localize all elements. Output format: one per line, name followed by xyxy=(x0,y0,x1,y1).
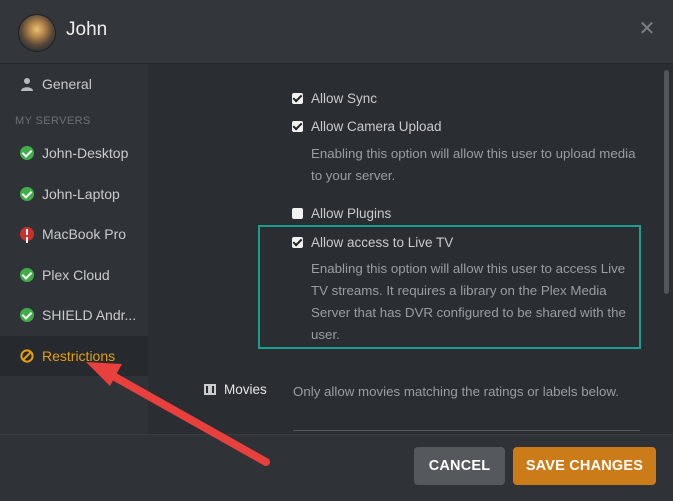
allow-plugins-checkbox[interactable] xyxy=(292,208,303,219)
movies-description: Only allow movies matching the ratings o… xyxy=(293,384,619,399)
cancel-button[interactable]: CANCEL xyxy=(414,447,505,485)
check-circle-icon xyxy=(20,187,34,201)
sidebar: General MY SERVERS John-Desktop John-Lap… xyxy=(0,64,148,434)
check-circle-icon xyxy=(20,268,34,282)
close-icon[interactable]: ✕ xyxy=(638,19,656,39)
save-changes-button[interactable]: SAVE CHANGES xyxy=(513,447,656,485)
option-description: Enabling this option will allow this use… xyxy=(311,261,626,342)
sidebar-item-server[interactable]: SHIELD Andr... xyxy=(0,295,148,335)
film-icon xyxy=(204,384,216,395)
dialog-footer: CANCEL SAVE CHANGES xyxy=(0,434,673,501)
option-label: Allow Plugins xyxy=(311,206,392,221)
sidebar-item-general[interactable]: General xyxy=(0,64,148,104)
sidebar-item-label: John-Desktop xyxy=(42,145,129,161)
movies-section-label: Movies xyxy=(204,382,267,397)
sidebar-section-heading: MY SERVERS xyxy=(15,115,91,127)
option-allow-plugins[interactable]: Allow Plugins xyxy=(292,206,391,221)
divider xyxy=(293,430,640,431)
check-circle-icon xyxy=(20,308,34,322)
error-circle-icon xyxy=(20,227,34,241)
option-label: Allow access to Live TV xyxy=(311,235,454,250)
sidebar-item-label: Restrictions xyxy=(42,348,116,364)
option-label: Allow Sync xyxy=(311,91,378,106)
allow-sync-checkbox[interactable] xyxy=(292,93,303,104)
allow-live-tv-checkbox[interactable] xyxy=(292,237,303,248)
option-allow-sync[interactable]: Allow Sync xyxy=(292,91,377,106)
settings-panel: Allow Sync Allow Camera Upload Enabling … xyxy=(148,64,673,434)
avatar xyxy=(18,14,56,52)
sidebar-item-label: MacBook Pro xyxy=(42,226,127,242)
sidebar-item-server[interactable]: Plex Cloud xyxy=(0,255,148,295)
option-description: Enabling this option will allow this use… xyxy=(311,146,636,183)
movies-label: Movies xyxy=(224,382,267,397)
sidebar-item-label: General xyxy=(42,76,92,92)
allow-camera-upload-checkbox[interactable] xyxy=(292,121,303,132)
option-label: Allow Camera Upload xyxy=(311,119,442,134)
option-allow-camera-upload[interactable]: Allow Camera Upload xyxy=(292,119,442,134)
check-circle-icon xyxy=(20,146,34,160)
dialog-header: John ✕ xyxy=(0,0,673,64)
user-icon xyxy=(21,78,33,91)
sidebar-item-label: Plex Cloud xyxy=(42,267,110,283)
option-allow-live-tv[interactable]: Allow access to Live TV xyxy=(292,235,453,250)
sidebar-item-restrictions[interactable]: Restrictions xyxy=(0,336,148,376)
sidebar-item-server[interactable]: John-Desktop xyxy=(0,133,148,173)
sidebar-item-label: John-Laptop xyxy=(42,186,120,202)
sidebar-item-label: SHIELD Andr... xyxy=(42,307,137,323)
dialog-title: John xyxy=(66,19,108,40)
scrollbar-thumb[interactable] xyxy=(664,70,669,294)
sidebar-item-server[interactable]: John-Laptop xyxy=(0,174,148,214)
restricted-icon xyxy=(20,349,34,363)
sidebar-item-server[interactable]: MacBook Pro xyxy=(0,214,148,254)
